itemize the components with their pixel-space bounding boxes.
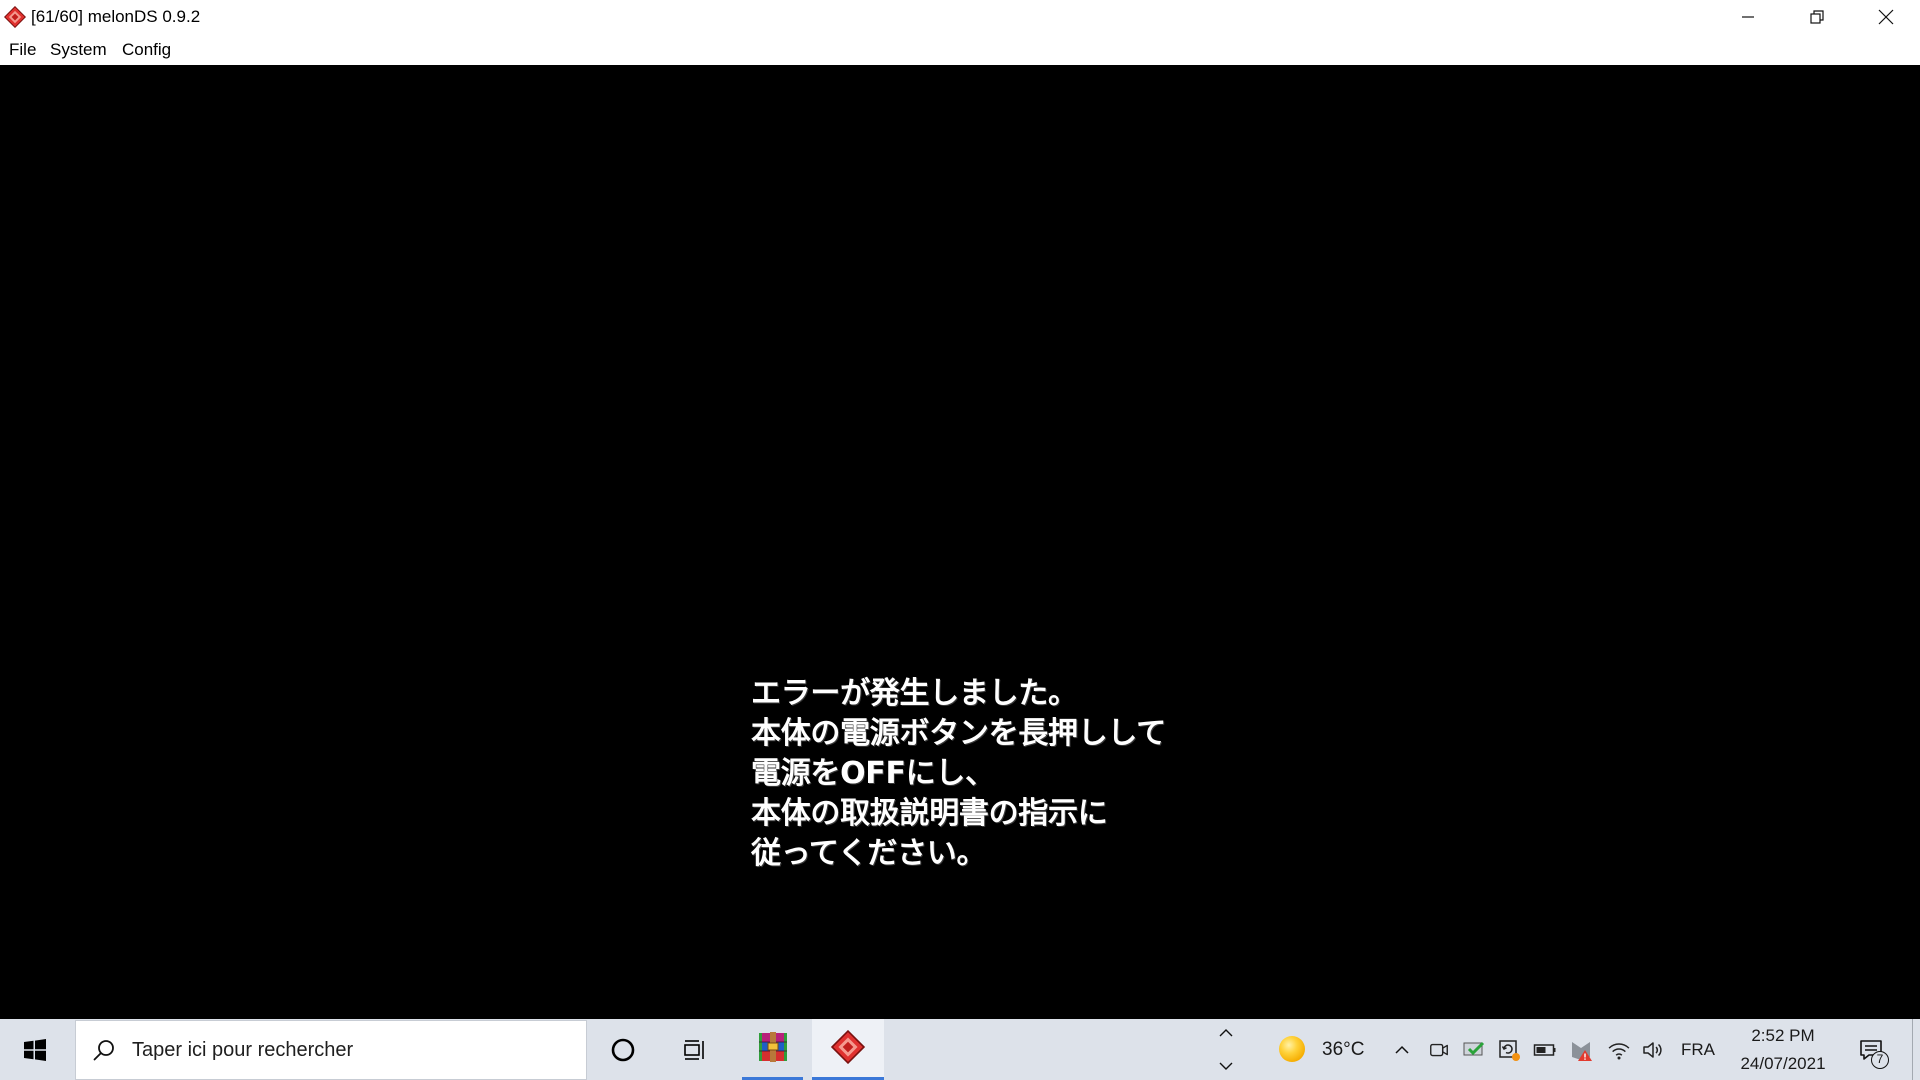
search-input[interactable] — [132, 1021, 572, 1079]
menu-system[interactable]: System — [50, 34, 107, 65]
chevron-up-icon[interactable] — [1219, 1029, 1233, 1037]
windows-logo-icon — [24, 1038, 46, 1061]
cortana-icon — [610, 1037, 636, 1063]
emulator-screen[interactable]: エラーが発生しました。 本体の電源ボタンを長押しして 電源をOFFにし、 本体の… — [0, 65, 1920, 1019]
clock[interactable]: 2:52 PM 24/07/2021 — [1728, 1019, 1838, 1080]
chevron-up-icon — [1393, 1041, 1411, 1059]
minimize-button[interactable] — [1713, 0, 1782, 34]
clock-date: 24/07/2021 — [1740, 1054, 1826, 1073]
message-line: 本体の電源ボタンを長押しして — [751, 716, 1166, 751]
close-button[interactable] — [1851, 0, 1920, 34]
update-icon[interactable] — [1496, 1019, 1522, 1080]
action-center-button[interactable] — [1851, 1019, 1891, 1080]
cortana-button[interactable] — [603, 1019, 643, 1080]
minimize-icon — [1741, 10, 1755, 24]
input-language[interactable]: FRA — [1676, 1019, 1720, 1080]
volume-icon[interactable] — [1640, 1019, 1666, 1080]
sun-icon[interactable] — [1279, 1036, 1305, 1062]
search-box[interactable] — [75, 1020, 587, 1080]
window-title: [61/60] melonDS 0.9.2 — [31, 7, 201, 26]
search-icon — [92, 1038, 116, 1062]
notification-count-badge: 7 — [1871, 1051, 1889, 1069]
show-desktop-button[interactable] — [1912, 1019, 1913, 1080]
taskbar-scroll — [1212, 1019, 1240, 1080]
windows-security-icon[interactable] — [1461, 1019, 1487, 1080]
taskbar: 36°C — [0, 1019, 1920, 1080]
task-view-button[interactable] — [675, 1019, 715, 1080]
antivirus-icon[interactable] — [1568, 1019, 1594, 1080]
menu-file[interactable]: File — [9, 34, 36, 65]
meet-now-icon[interactable] — [1426, 1019, 1452, 1080]
restore-button[interactable] — [1782, 0, 1851, 34]
message-line: エラーが発生しました。 — [751, 676, 1078, 711]
task-view-icon — [682, 1037, 708, 1063]
battery-icon[interactable] — [1532, 1019, 1558, 1080]
message-line: 従ってください。 — [751, 836, 987, 871]
menu-bar: File System Config — [0, 34, 1920, 65]
menu-config[interactable]: Config — [122, 34, 171, 65]
taskbar-app-melonds[interactable] — [812, 1019, 884, 1080]
wifi-icon[interactable] — [1606, 1019, 1632, 1080]
taskbar-app-winrar[interactable] — [742, 1019, 803, 1080]
start-button[interactable] — [0, 1019, 70, 1080]
clock-time: 2:52 PM — [1751, 1026, 1815, 1045]
melonds-icon — [830, 1029, 866, 1069]
show-hidden-icons-button[interactable] — [1390, 1019, 1414, 1080]
melonds-icon[interactable] — [4, 6, 26, 28]
restore-icon — [1809, 10, 1824, 24]
close-icon — [1878, 9, 1894, 25]
weather-temperature[interactable]: 36°C — [1322, 1019, 1364, 1080]
message-line: 本体の取扱説明書の指示に — [751, 796, 1108, 831]
message-line: 電源をOFFにし、 — [751, 756, 995, 791]
chevron-down-icon[interactable] — [1219, 1062, 1233, 1070]
error-message: エラーが発生しました。 本体の電源ボタンを長押しして 電源をOFFにし、 本体の… — [751, 674, 1351, 874]
winrar-icon — [756, 1030, 790, 1069]
title-bar[interactable]: [61/60] melonDS 0.9.2 — [0, 0, 1920, 34]
